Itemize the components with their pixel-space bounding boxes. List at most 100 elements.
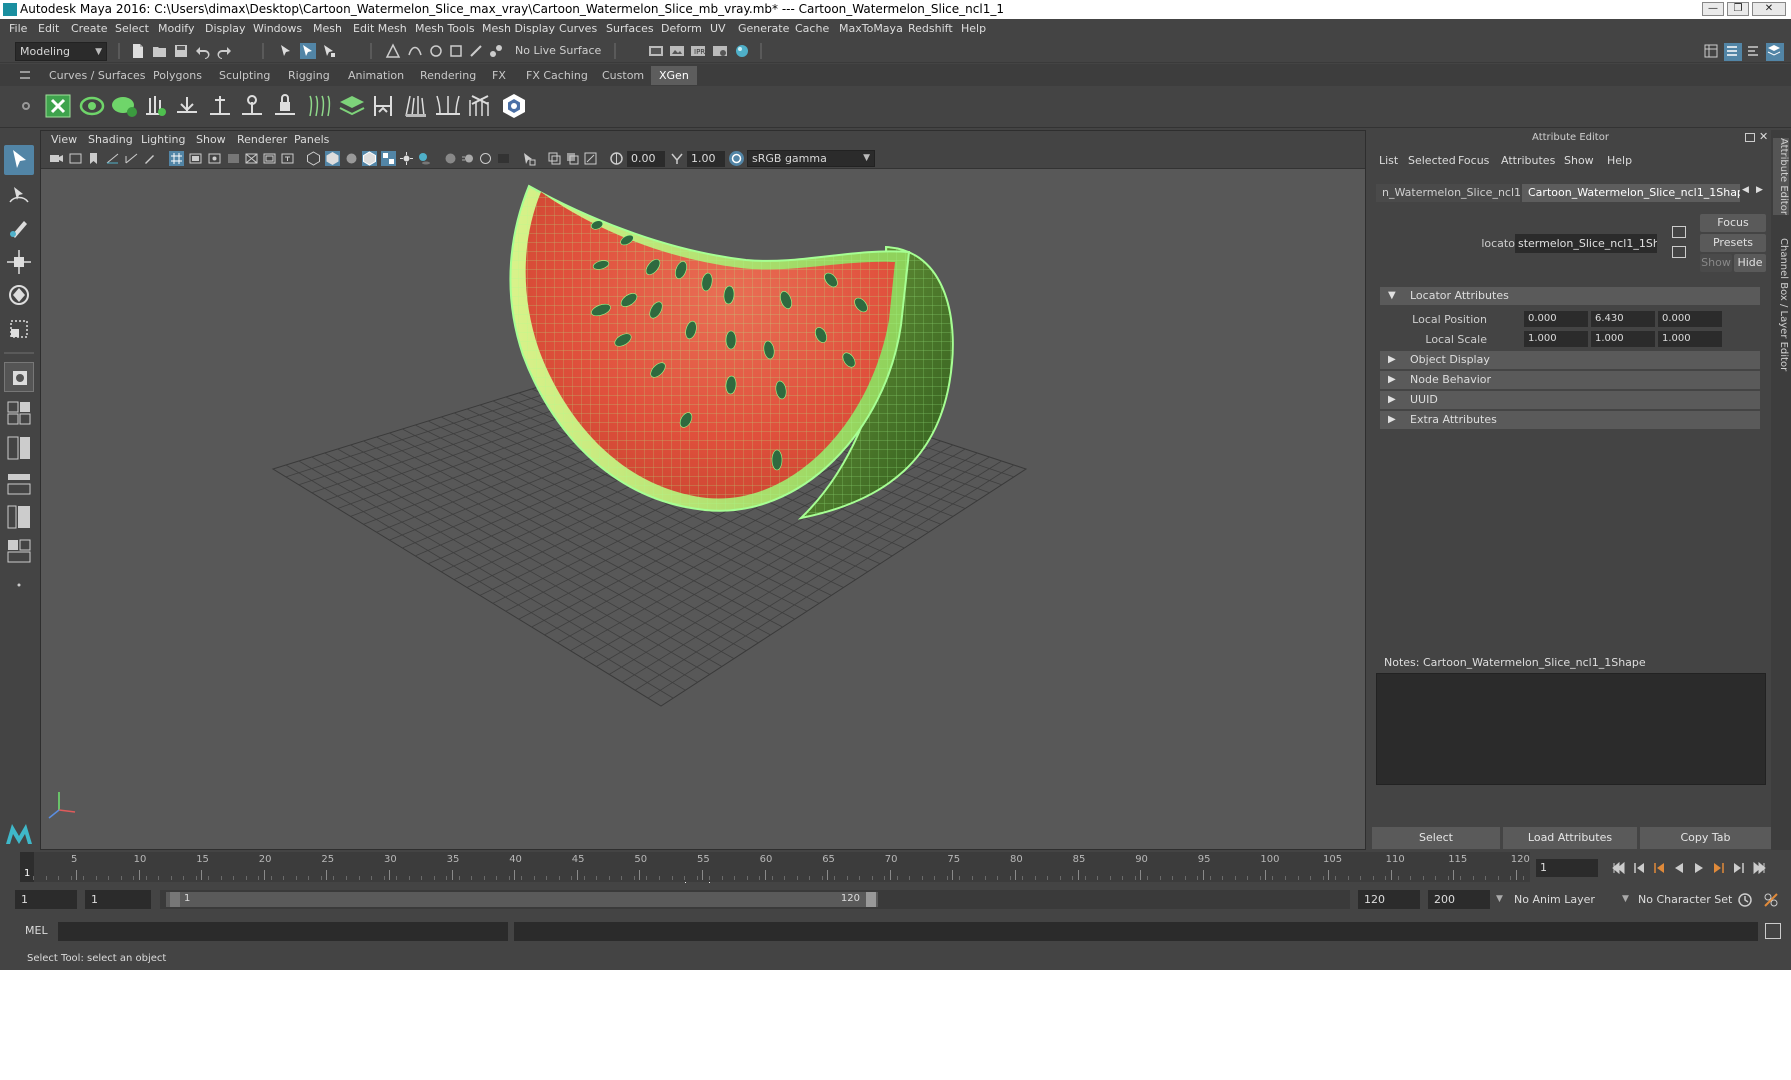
ae-menu-show[interactable]: Show: [1564, 154, 1594, 167]
textured-icon[interactable]: [381, 151, 396, 166]
perspective-viewport[interactable]: View Shading Lighting Show Renderer Pane…: [40, 130, 1366, 884]
menu-maxtomaya[interactable]: MaxToMaya: [839, 22, 903, 35]
use-all-lights-icon[interactable]: [399, 151, 414, 166]
script-editor-icon[interactable]: [1765, 923, 1781, 939]
resolution-gate-icon[interactable]: [207, 151, 222, 166]
watermelon-slice-mesh[interactable]: [509, 184, 954, 520]
use-default-material-icon[interactable]: [344, 151, 359, 166]
playback-start-field[interactable]: 1: [85, 890, 151, 909]
step-back-frame-icon[interactable]: [1652, 861, 1666, 875]
load-attributes-button[interactable]: Load Attributes: [1503, 827, 1637, 849]
step-forward-frame-icon[interactable]: [1712, 861, 1726, 875]
guide-length-icon[interactable]: [206, 92, 234, 122]
play-forwards-icon[interactable]: [1692, 861, 1706, 875]
section-extra-attributes[interactable]: ▶ Extra Attributes: [1380, 411, 1760, 429]
exposure-field[interactable]: 0.00: [627, 151, 665, 167]
grease-pencil-icon[interactable]: [142, 151, 157, 166]
smooth-shade-icon[interactable]: [325, 151, 340, 166]
time-slider[interactable]: 1 5 10 15 20 25 30 35 40 45 50 55 60 65 70 75 80 85 90 95 1…: [0, 852, 1791, 882]
wireframe-on-shaded-icon[interactable]: [362, 151, 377, 166]
move-tool-icon[interactable]: [4, 247, 34, 277]
step-forward-key-icon[interactable]: [1732, 861, 1746, 875]
tab-fx[interactable]: FX: [484, 66, 514, 85]
save-scene-icon[interactable]: [173, 43, 189, 59]
menu-surfaces[interactable]: Surfaces: [606, 22, 654, 35]
new-scene-icon[interactable]: [130, 43, 146, 59]
screen-space-ao-icon[interactable]: [443, 151, 458, 166]
anim-layer-dropdown[interactable]: ▼ No Anim Layer: [1496, 890, 1622, 909]
render-settings-icon[interactable]: [648, 43, 664, 59]
rotate-tool-icon[interactable]: [4, 280, 34, 310]
local-position-z-field[interactable]: 0.000: [1658, 311, 1722, 327]
node-tab-transform[interactable]: n_Watermelon_Slice_ncl1_1: [1376, 184, 1520, 202]
side-tab-channel-box[interactable]: Channel Box / Layer Editor: [1773, 238, 1789, 371]
graph-editor-layout-icon[interactable]: [4, 502, 34, 532]
section-locator-attributes[interactable]: ▼ Locator Attributes: [1380, 287, 1760, 305]
menu-create[interactable]: Create: [71, 22, 108, 35]
select-tool-icon[interactable]: [4, 145, 34, 175]
depth-of-field-icon[interactable]: [496, 151, 511, 166]
render-frame-icon[interactable]: [669, 43, 685, 59]
viewport-menu-show[interactable]: Show: [196, 133, 226, 146]
single-pane-layout-icon[interactable]: [4, 398, 34, 428]
attribute-editor-toggle-icon[interactable]: [1724, 43, 1742, 61]
tab-rigging[interactable]: Rigging: [280, 66, 338, 85]
redo-icon[interactable]: [216, 43, 232, 59]
color-space-dropdown[interactable]: sRGB gamma ▼: [747, 150, 875, 167]
film-gate-icon[interactable]: [188, 151, 203, 166]
anti-aliasing-icon[interactable]: [478, 151, 493, 166]
tab-polygons[interactable]: Polygons: [145, 66, 210, 85]
render-view-icon[interactable]: [712, 43, 728, 59]
xray-icon[interactable]: [547, 151, 562, 166]
safe-title-icon[interactable]: [280, 151, 295, 166]
ae-menu-list[interactable]: List: [1379, 154, 1398, 167]
local-scale-y-field[interactable]: 1.000: [1591, 331, 1655, 347]
menu-edit[interactable]: Edit: [38, 22, 59, 35]
float-panel-icon[interactable]: [1745, 133, 1755, 142]
step-back-key-icon[interactable]: [1632, 861, 1646, 875]
camera-attributes-icon[interactable]: [68, 151, 83, 166]
tab-xgen[interactable]: XGen: [651, 66, 697, 85]
tab-sculpting[interactable]: Sculpting: [211, 66, 278, 85]
menu-select[interactable]: Select: [115, 22, 149, 35]
snap-to-point-icon[interactable]: [428, 43, 444, 59]
viewport-menu-view[interactable]: View: [51, 133, 77, 146]
node-name-field[interactable]: stermelon_Slice_ncl1_1Shape: [1515, 234, 1657, 253]
tab-animation[interactable]: Animation: [340, 66, 412, 85]
paint-select-tool-icon[interactable]: [4, 213, 34, 243]
field-chart-icon[interactable]: [244, 151, 259, 166]
notes-textarea[interactable]: [1376, 673, 1766, 785]
grid-icon[interactable]: [169, 151, 184, 166]
presets-button[interactable]: Presets: [1700, 234, 1766, 252]
motion-blur-icon[interactable]: [461, 151, 476, 166]
2d-pan-zoom-icon[interactable]: [124, 151, 139, 166]
hypershade-icon[interactable]: [734, 43, 750, 59]
select-by-object-icon[interactable]: [300, 43, 316, 59]
color-management-icon[interactable]: [729, 151, 744, 166]
menu-modify[interactable]: Modify: [158, 22, 194, 35]
live-surface-label[interactable]: No Live Surface: [515, 44, 601, 57]
menu-uv[interactable]: UV: [710, 22, 726, 35]
ae-menu-focus[interactable]: Focus: [1458, 154, 1489, 167]
bookmarks-icon[interactable]: [86, 151, 101, 166]
rebuild-guides-icon[interactable]: [238, 92, 266, 122]
shelf-menu-icon[interactable]: [20, 71, 30, 79]
isolate-select-icon[interactable]: [521, 151, 536, 166]
minimize-button[interactable]: —: [1702, 2, 1724, 16]
ae-menu-help[interactable]: Help: [1607, 154, 1632, 167]
side-tab-attribute-editor[interactable]: Attribute Editor: [1773, 138, 1789, 215]
show-button[interactable]: Show: [1700, 254, 1732, 272]
load-selected-icon[interactable]: [1672, 226, 1686, 238]
cut-hair-icon[interactable]: [466, 92, 494, 122]
menu-help[interactable]: Help: [961, 22, 986, 35]
tab-rendering[interactable]: Rendering: [412, 66, 484, 85]
lasso-tool-icon[interactable]: [4, 180, 34, 210]
3d-scene[interactable]: persp: [41, 170, 1365, 884]
channel-box-toggle-icon[interactable]: [1766, 43, 1784, 61]
snap-to-curve-icon[interactable]: [407, 43, 423, 59]
add-guides-icon[interactable]: [141, 92, 169, 122]
ae-menu-attributes[interactable]: Attributes: [1501, 154, 1555, 167]
shelf-options-icon[interactable]: [22, 102, 30, 110]
grow-hair-icon[interactable]: [434, 92, 462, 122]
playback-end-field[interactable]: 120: [1358, 890, 1420, 909]
